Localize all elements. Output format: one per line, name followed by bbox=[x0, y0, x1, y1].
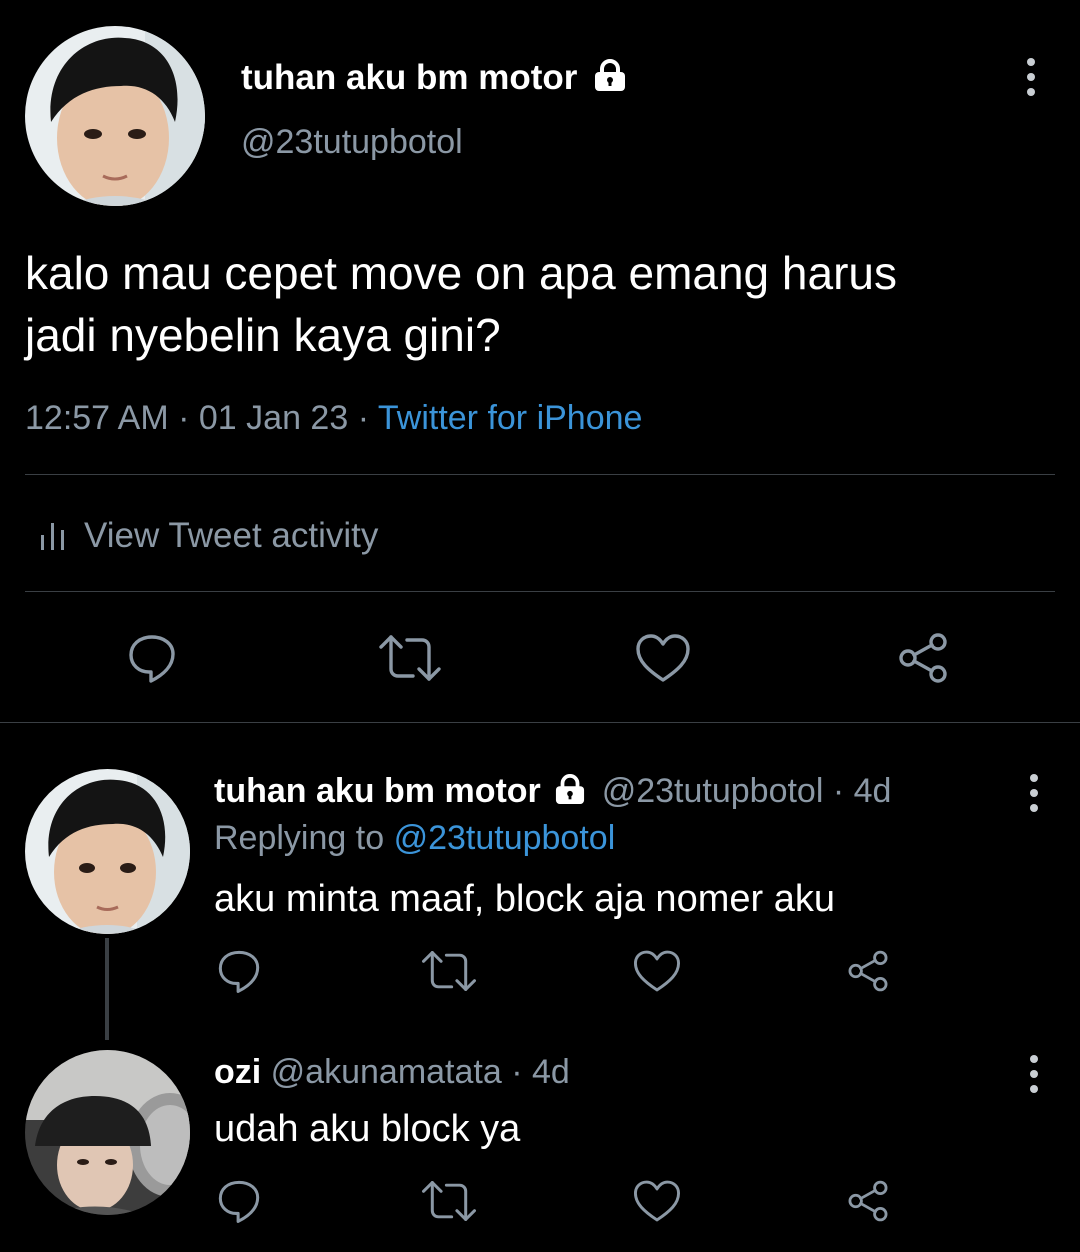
tweet-time[interactable]: 12:57 AM bbox=[25, 399, 169, 437]
avatar-photo bbox=[25, 769, 190, 934]
share-button[interactable] bbox=[892, 628, 954, 688]
reply-button[interactable] bbox=[212, 944, 266, 998]
more-vertical-icon bbox=[1027, 58, 1035, 66]
view-activity-label[interactable]: View Tweet activity bbox=[84, 514, 378, 558]
reply-button[interactable] bbox=[122, 628, 182, 688]
reply-icon bbox=[129, 635, 175, 683]
more-options-button[interactable] bbox=[1027, 1055, 1041, 1093]
more-options-button[interactable] bbox=[1027, 774, 1041, 812]
reply-button[interactable] bbox=[212, 1174, 266, 1228]
divider bbox=[25, 591, 1055, 592]
author-name[interactable]: tuhan aku bm motor bbox=[214, 772, 541, 810]
tweet-text: kalo mau cepet move on apa emang harus j… bbox=[25, 242, 897, 366]
view-tweet-activity[interactable]: View Tweet activity bbox=[40, 514, 378, 558]
reply-header: ozi @akunamatata · 4d bbox=[214, 1050, 570, 1094]
thread-line bbox=[105, 938, 109, 1040]
like-button[interactable] bbox=[630, 944, 684, 998]
tweet-text-line: kalo mau cepet move on apa emang harus bbox=[25, 247, 897, 299]
lock-icon bbox=[593, 58, 627, 102]
author-name[interactable]: ozi bbox=[214, 1053, 261, 1091]
replying-to: Replying to @23tutupbotol bbox=[214, 816, 615, 860]
divider bbox=[25, 474, 1055, 475]
share-icon bbox=[848, 950, 888, 992]
share-button[interactable] bbox=[842, 944, 894, 998]
reply-age: · 4d bbox=[832, 772, 892, 810]
author-name[interactable]: tuhan aku bm motor bbox=[241, 58, 577, 97]
retweet-button[interactable] bbox=[418, 1174, 480, 1228]
author-handle[interactable]: @23tutupbotol bbox=[241, 120, 463, 164]
bar-chart-icon bbox=[41, 523, 64, 550]
replying-to-label: Replying to bbox=[214, 819, 385, 857]
reply-icon bbox=[218, 950, 260, 993]
retweet-button[interactable] bbox=[375, 628, 445, 688]
retweet-icon bbox=[422, 951, 476, 991]
avatar-photo bbox=[25, 1050, 190, 1215]
retweet-icon bbox=[422, 1181, 476, 1221]
heart-icon bbox=[633, 1180, 681, 1222]
reply-header: tuhan aku bm motor @23tutupbotol · 4d bbox=[214, 769, 891, 815]
like-button[interactable] bbox=[632, 628, 694, 688]
author-name-row[interactable]: tuhan aku bm motor bbox=[241, 56, 627, 102]
share-icon bbox=[899, 633, 947, 683]
replying-to-handle[interactable]: @23tutupbotol bbox=[394, 819, 616, 857]
author-handle[interactable]: @23tutupbotol bbox=[602, 772, 824, 810]
share-icon bbox=[848, 1180, 888, 1222]
avatar-photo bbox=[25, 26, 205, 206]
retweet-button[interactable] bbox=[418, 944, 480, 998]
like-button[interactable] bbox=[630, 1174, 684, 1228]
author-handle[interactable]: @akunamatata bbox=[271, 1053, 502, 1091]
heart-icon bbox=[636, 634, 690, 682]
avatar[interactable] bbox=[25, 1050, 190, 1215]
meta-separator: · bbox=[178, 399, 190, 437]
divider bbox=[0, 722, 1080, 723]
share-button[interactable] bbox=[842, 1174, 894, 1228]
reply-text: aku minta maaf, block aja nomer aku bbox=[214, 878, 835, 920]
more-options-button[interactable] bbox=[1024, 58, 1038, 96]
tweet-source[interactable]: Twitter for iPhone bbox=[378, 399, 643, 437]
lock-icon bbox=[554, 771, 586, 815]
tweet-date[interactable]: 01 Jan 23 bbox=[199, 399, 348, 437]
tweet-text-line: jadi nyebelin kaya gini? bbox=[25, 309, 501, 361]
more-vertical-icon bbox=[1030, 1055, 1038, 1063]
reply-icon bbox=[218, 1180, 260, 1223]
avatar[interactable] bbox=[25, 769, 190, 934]
avatar[interactable] bbox=[25, 26, 205, 206]
reply-text: udah aku block ya bbox=[214, 1108, 521, 1150]
more-vertical-icon bbox=[1030, 774, 1038, 782]
retweet-icon bbox=[379, 635, 441, 681]
meta-separator: · bbox=[357, 399, 370, 437]
heart-icon bbox=[633, 950, 681, 992]
reply-age: · 4d bbox=[511, 1053, 570, 1091]
tweet-meta: 12:57 AM · 01 Jan 23 · Twitter for iPhon… bbox=[25, 396, 642, 440]
